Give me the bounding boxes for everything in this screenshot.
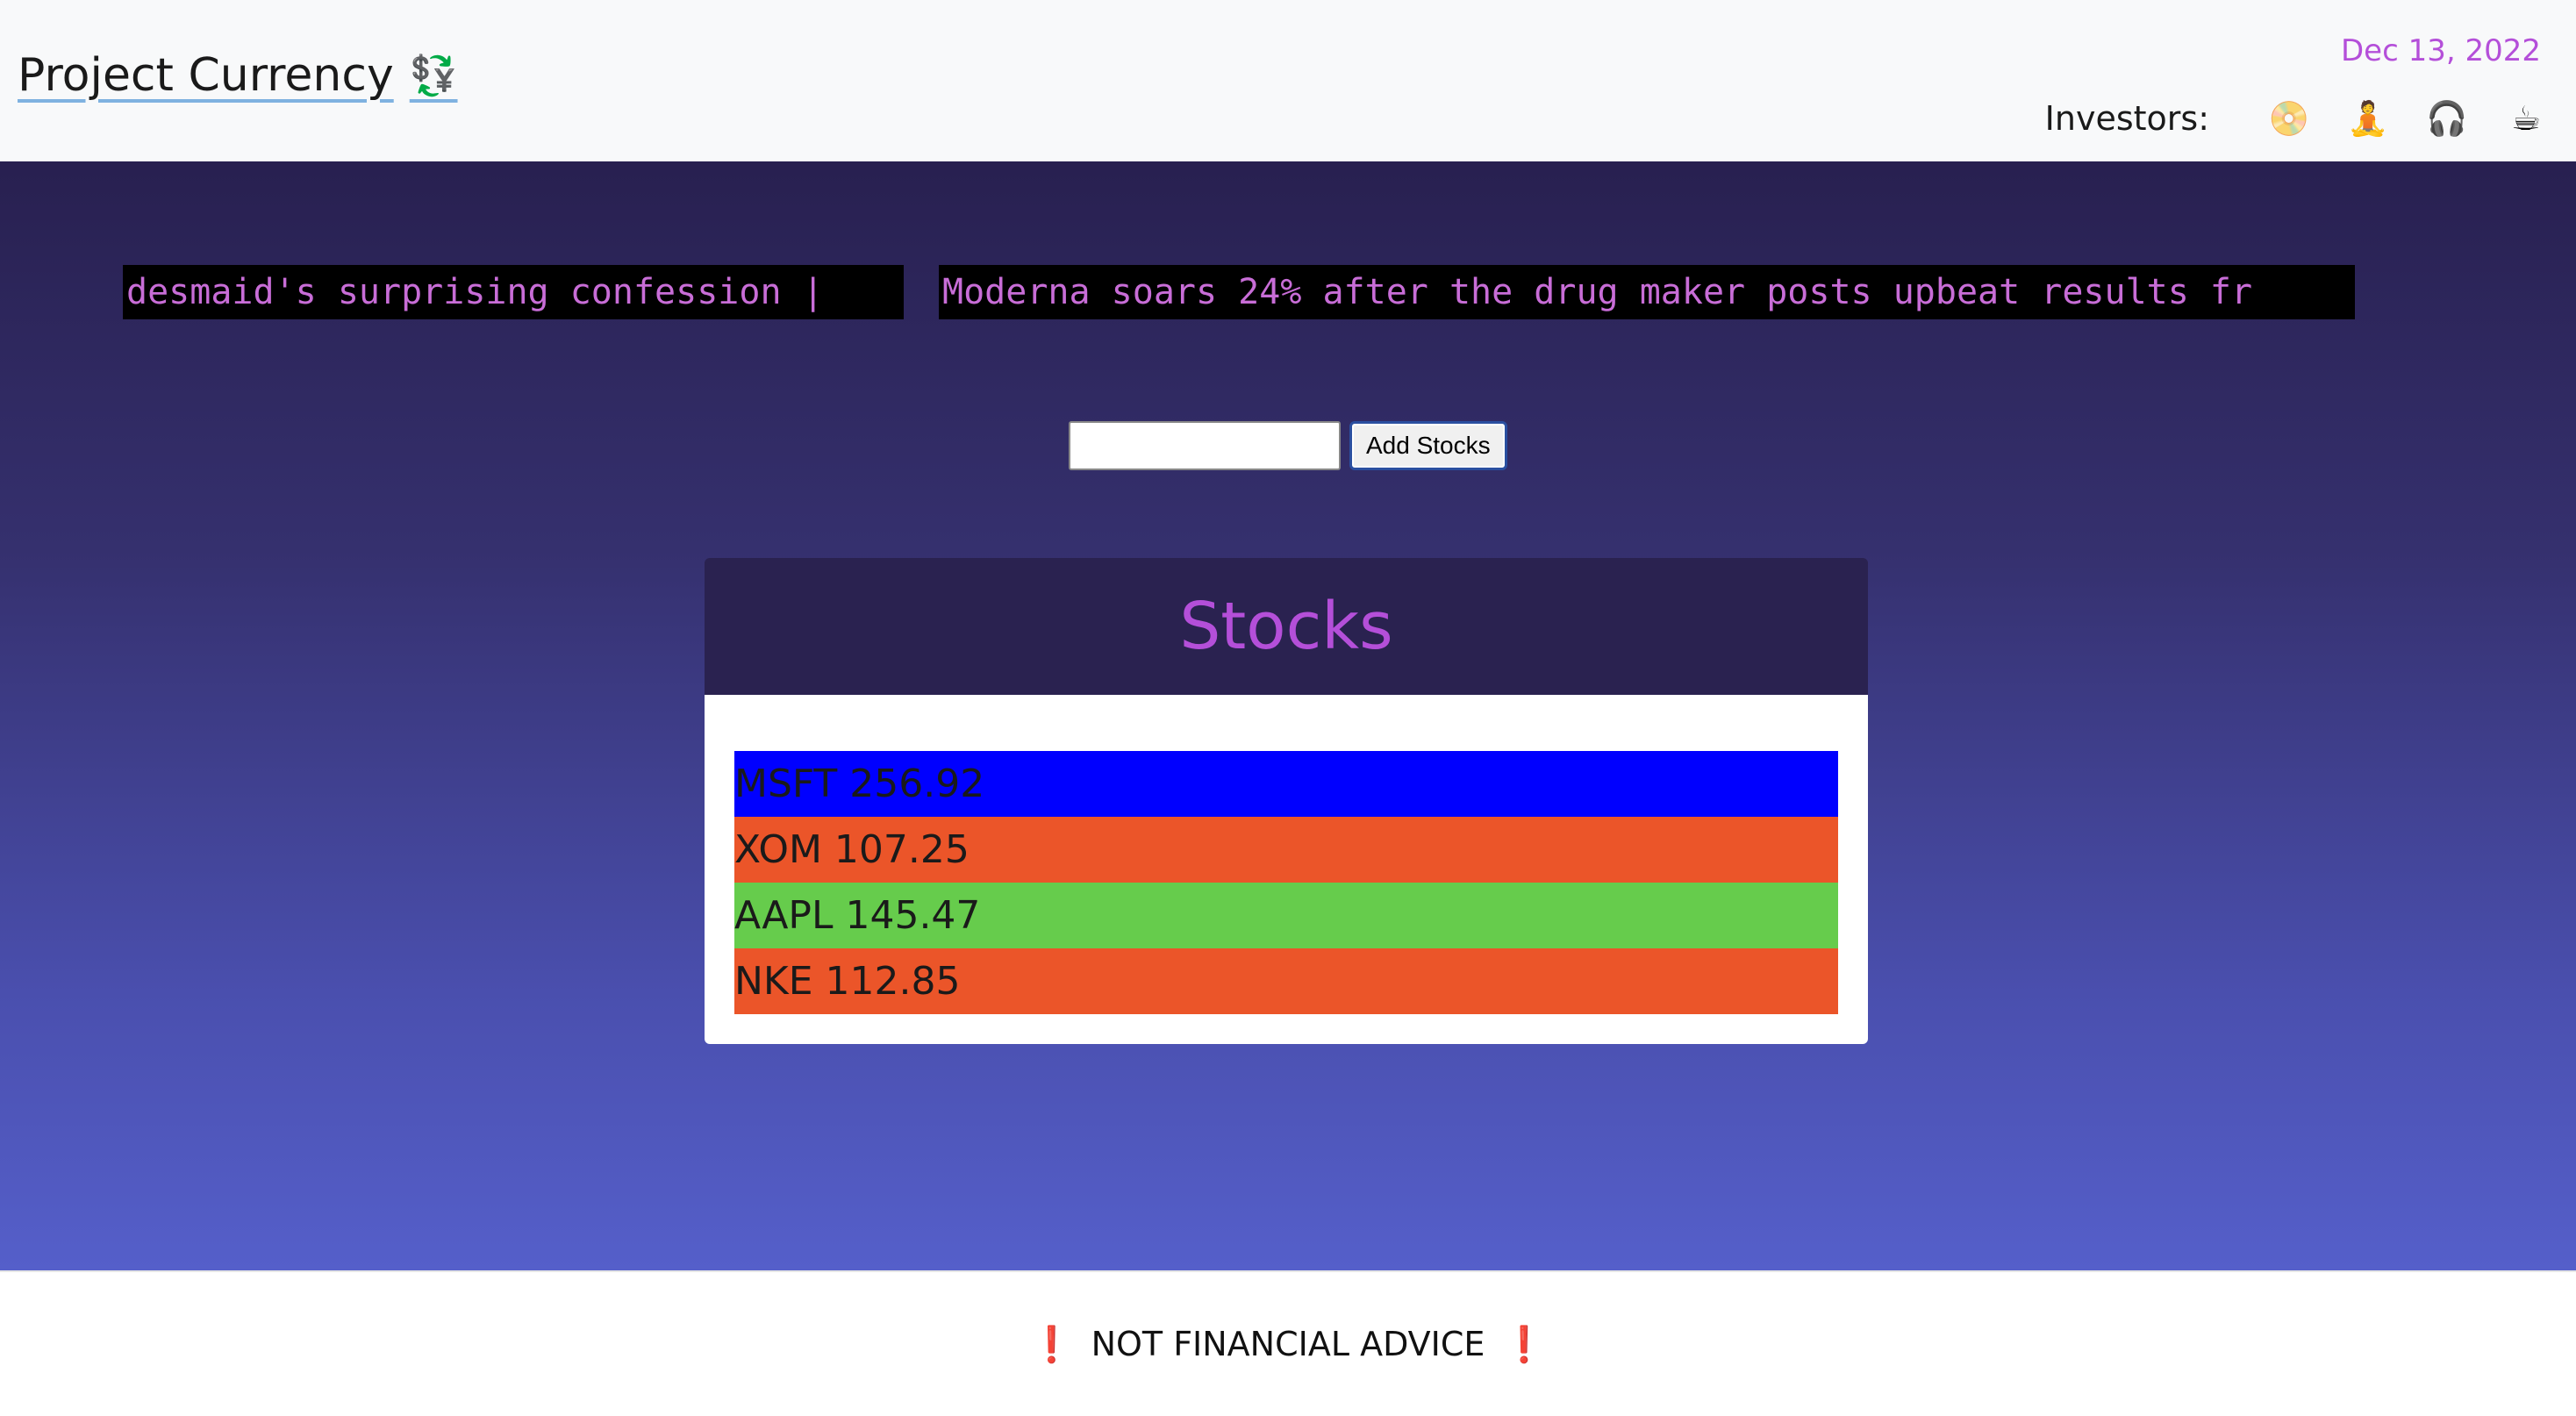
ticker-item[interactable]: desmaid's surprising confession | <box>123 265 904 319</box>
stocks-list: MSFT 256.92 XOM 107.25 AAPL 145.47 NKE 1… <box>705 695 1868 1044</box>
stocks-card: Stocks MSFT 256.92 XOM 107.25 AAPL 145.4… <box>705 558 1868 1044</box>
stock-symbol-input[interactable] <box>1069 421 1341 470</box>
stock-row-msft[interactable]: MSFT 256.92 <box>734 751 1838 817</box>
person-meditating-icon[interactable]: 🧘 <box>2344 95 2392 142</box>
stock-row-aapl[interactable]: AAPL 145.47 <box>734 883 1838 948</box>
currency-exchange-icon[interactable]: 💱 <box>410 53 458 98</box>
exclamation-icon: ❗ <box>1502 1324 1547 1365</box>
brand-link[interactable]: Project Currency 💱 <box>18 49 458 102</box>
disclaimer: ❗ NOT FINANCIAL ADVICE ❗ <box>1030 1324 1546 1365</box>
add-stocks-button[interactable]: Add Stocks <box>1349 421 1507 470</box>
add-stock-form: Add Stocks <box>1069 421 1507 470</box>
disc-icon[interactable]: 📀 <box>2265 95 2313 142</box>
app-header: Project Currency 💱 Dec 13, 2022 Investor… <box>0 0 2576 161</box>
app-title[interactable]: Project Currency <box>18 49 394 102</box>
stock-row-xom[interactable]: XOM 107.25 <box>734 817 1838 883</box>
main-content: desmaid's surprising confession | Modern… <box>0 161 2576 1270</box>
investors-label: Investors: <box>2044 99 2209 138</box>
stocks-title: Stocks <box>1179 589 1393 664</box>
stock-row-nke[interactable]: NKE 112.85 <box>734 948 1838 1014</box>
stocks-card-header: Stocks <box>705 558 1868 695</box>
news-ticker: desmaid's surprising confession | Modern… <box>123 265 2355 319</box>
coffee-icon[interactable]: ☕ <box>2502 95 2550 142</box>
current-date: Dec 13, 2022 <box>2340 33 2541 68</box>
disclaimer-text: NOT FINANCIAL ADVICE <box>1091 1325 1485 1363</box>
footer: ❗ NOT FINANCIAL ADVICE ❗ <box>0 1270 2576 1416</box>
exclamation-icon: ❗ <box>1029 1324 1074 1365</box>
investors-list: Investors: 📀 🧘 🎧 ☕ <box>2045 95 2550 142</box>
ticker-item[interactable]: Moderna soars 24% after the drug maker p… <box>939 265 2355 319</box>
headphones-icon[interactable]: 🎧 <box>2423 95 2471 142</box>
